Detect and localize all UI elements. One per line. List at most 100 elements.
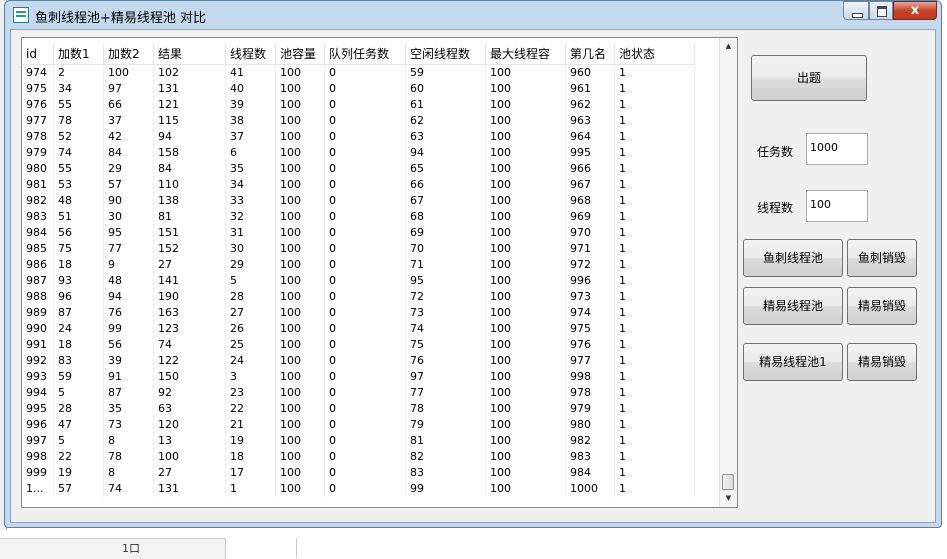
- table-cell: 18: [226, 449, 276, 465]
- table-cell: 100: [276, 65, 325, 81]
- table-cell: 1: [615, 433, 695, 449]
- column-header[interactable]: 空闲线程数: [406, 44, 486, 64]
- thread-count-field[interactable]: 100: [806, 190, 868, 222]
- column-header[interactable]: 池容量: [276, 44, 325, 64]
- table-row[interactable]: 977 78 37 115 38 100 0 62 100 963 1: [22, 113, 695, 129]
- table-cell: 0: [325, 385, 406, 401]
- table-cell: 997: [22, 433, 54, 449]
- table-row[interactable]: 990 24 99 123 26 100 0 74 100 975 1: [22, 321, 695, 337]
- table-row[interactable]: 1... 57 74 131 1 100 0 99 100 1000 1: [22, 481, 695, 497]
- scroll-down-icon[interactable]: ▼: [720, 490, 737, 507]
- scroll-thumb[interactable]: [722, 474, 734, 490]
- table-cell: 70: [406, 241, 486, 257]
- table-row[interactable]: 979 74 84 158 6 100 0 94 100 995 1: [22, 145, 695, 161]
- table-cell: 100: [276, 145, 325, 161]
- yuci-pool-button[interactable]: 鱼刺线程池: [743, 239, 843, 277]
- table-cell: 66: [406, 177, 486, 193]
- table-cell: 1: [615, 257, 695, 273]
- table-cell: 977: [566, 353, 615, 369]
- maximize-button[interactable]: [869, 1, 893, 20]
- table-cell: 1: [615, 273, 695, 289]
- column-header[interactable]: 最大线程容: [486, 44, 566, 64]
- table-cell: 34: [54, 81, 104, 97]
- table-row[interactable]: 994 5 87 92 23 100 0 77 100 978 1: [22, 385, 695, 401]
- table-cell: 87: [104, 385, 154, 401]
- table-row[interactable]: 974 2 100 102 41 100 0 59 100 960 1: [22, 65, 695, 81]
- table-cell: 0: [325, 401, 406, 417]
- yuci-destroy-button[interactable]: 鱼刺销毁: [847, 239, 917, 277]
- table-cell: 984: [22, 225, 54, 241]
- table-row[interactable]: 988 96 94 190 28 100 0 72 100 973 1: [22, 289, 695, 305]
- table-row[interactable]: 982 48 90 138 33 100 0 67 100 968 1: [22, 193, 695, 209]
- table-cell: 163: [154, 305, 226, 321]
- table-row[interactable]: 999 19 8 27 17 100 0 83 100 984 1: [22, 465, 695, 481]
- jingyi-pool-button[interactable]: 精易线程池: [743, 287, 843, 325]
- table-row[interactable]: 985 75 77 152 30 100 0 70 100 971 1: [22, 241, 695, 257]
- table-row[interactable]: 989 87 76 163 27 100 0 73 100 974 1: [22, 305, 695, 321]
- table-row[interactable]: 987 93 48 141 5 100 0 95 100 996 1: [22, 273, 695, 289]
- table-row[interactable]: 996 47 73 120 21 100 0 79 100 980 1: [22, 417, 695, 433]
- table-row[interactable]: 991 18 56 74 25 100 0 75 100 976 1: [22, 337, 695, 353]
- table-row[interactable]: 995 28 35 63 22 100 0 78 100 979 1: [22, 401, 695, 417]
- column-header[interactable]: id: [22, 44, 54, 64]
- table-cell: 76: [104, 305, 154, 321]
- close-button[interactable]: x: [893, 1, 937, 20]
- jingyi-destroy-button-2[interactable]: 精易销毁: [847, 343, 917, 381]
- table-cell: 100: [276, 209, 325, 225]
- title-bar[interactable]: 鱼刺线程池+精易线程池 对比 x: [5, 1, 941, 29]
- table-cell: 987: [22, 273, 54, 289]
- table-row[interactable]: 984 56 95 151 31 100 0 69 100 970 1: [22, 225, 695, 241]
- table-row[interactable]: 981 53 57 110 34 100 0 66 100 967 1: [22, 177, 695, 193]
- table-cell: 1: [615, 225, 695, 241]
- table-row[interactable]: 993 59 91 150 3 100 0 97 100 998 1: [22, 369, 695, 385]
- table-cell: 28: [54, 401, 104, 417]
- column-header[interactable]: 结果: [154, 44, 226, 64]
- table-cell: 87: [54, 305, 104, 321]
- table-row[interactable]: 980 55 29 84 35 100 0 65 100 966 1: [22, 161, 695, 177]
- table-cell: 979: [22, 145, 54, 161]
- jingyi-pool1-button[interactable]: 精易线程池1: [743, 343, 843, 381]
- table-cell: 82: [406, 449, 486, 465]
- table-row[interactable]: 978 52 42 94 37 100 0 63 100 964 1: [22, 129, 695, 145]
- table-cell: 131: [154, 81, 226, 97]
- table-cell: 1: [615, 145, 695, 161]
- column-header[interactable]: 加数2: [104, 44, 154, 64]
- table-cell: 100: [104, 65, 154, 81]
- table-row[interactable]: 998 22 78 100 18 100 0 82 100 983 1: [22, 449, 695, 465]
- table-row[interactable]: 976 55 66 121 39 100 0 61 100 962 1: [22, 97, 695, 113]
- table-cell: 95: [406, 273, 486, 289]
- column-header[interactable]: 线程数: [226, 44, 276, 64]
- task-count-field[interactable]: 1000: [806, 133, 868, 165]
- table-cell: 100: [486, 337, 566, 353]
- table-cell: 967: [566, 177, 615, 193]
- scroll-up-icon[interactable]: ▲: [720, 38, 737, 55]
- generate-button[interactable]: 出题: [751, 55, 867, 101]
- table-cell: 100: [486, 305, 566, 321]
- table-cell: 99: [406, 481, 486, 497]
- table-cell: 52: [54, 129, 104, 145]
- table-cell: 29: [226, 257, 276, 273]
- vertical-scrollbar[interactable]: ▲ ▼: [719, 38, 737, 507]
- table-row[interactable]: 986 18 9 27 29 100 0 71 100 972 1: [22, 257, 695, 273]
- column-header[interactable]: 池状态: [615, 44, 695, 64]
- table-cell: 980: [22, 161, 54, 177]
- table-row[interactable]: 975 34 97 131 40 100 0 60 100 961 1: [22, 81, 695, 97]
- table-cell: 48: [104, 273, 154, 289]
- table-cell: 100: [276, 321, 325, 337]
- column-header[interactable]: 队列任务数: [325, 44, 406, 64]
- table-cell: 0: [325, 289, 406, 305]
- jingyi-destroy-button[interactable]: 精易销毁: [847, 287, 917, 325]
- table-row[interactable]: 997 5 8 13 19 100 0 81 100 982 1: [22, 433, 695, 449]
- table-row[interactable]: 983 51 30 81 32 100 0 68 100 969 1: [22, 209, 695, 225]
- table-cell: 100: [486, 465, 566, 481]
- table-cell: 100: [276, 433, 325, 449]
- column-header[interactable]: 第几名: [566, 44, 615, 64]
- table-cell: 190: [154, 289, 226, 305]
- table-cell: 1000: [566, 481, 615, 497]
- column-header[interactable]: 加数1: [54, 44, 104, 64]
- table-cell: 1: [615, 353, 695, 369]
- results-list-view[interactable]: id 加数1 加数2 结果 线程数 池容量 队列任务数 空闲线程数 最大线程容 第几名 池状态 97…: [21, 37, 738, 508]
- minimize-button[interactable]: [843, 1, 869, 20]
- table-row[interactable]: 992 83 39 122 24 100 0 76 100 977 1: [22, 353, 695, 369]
- table-cell: 2: [54, 65, 104, 81]
